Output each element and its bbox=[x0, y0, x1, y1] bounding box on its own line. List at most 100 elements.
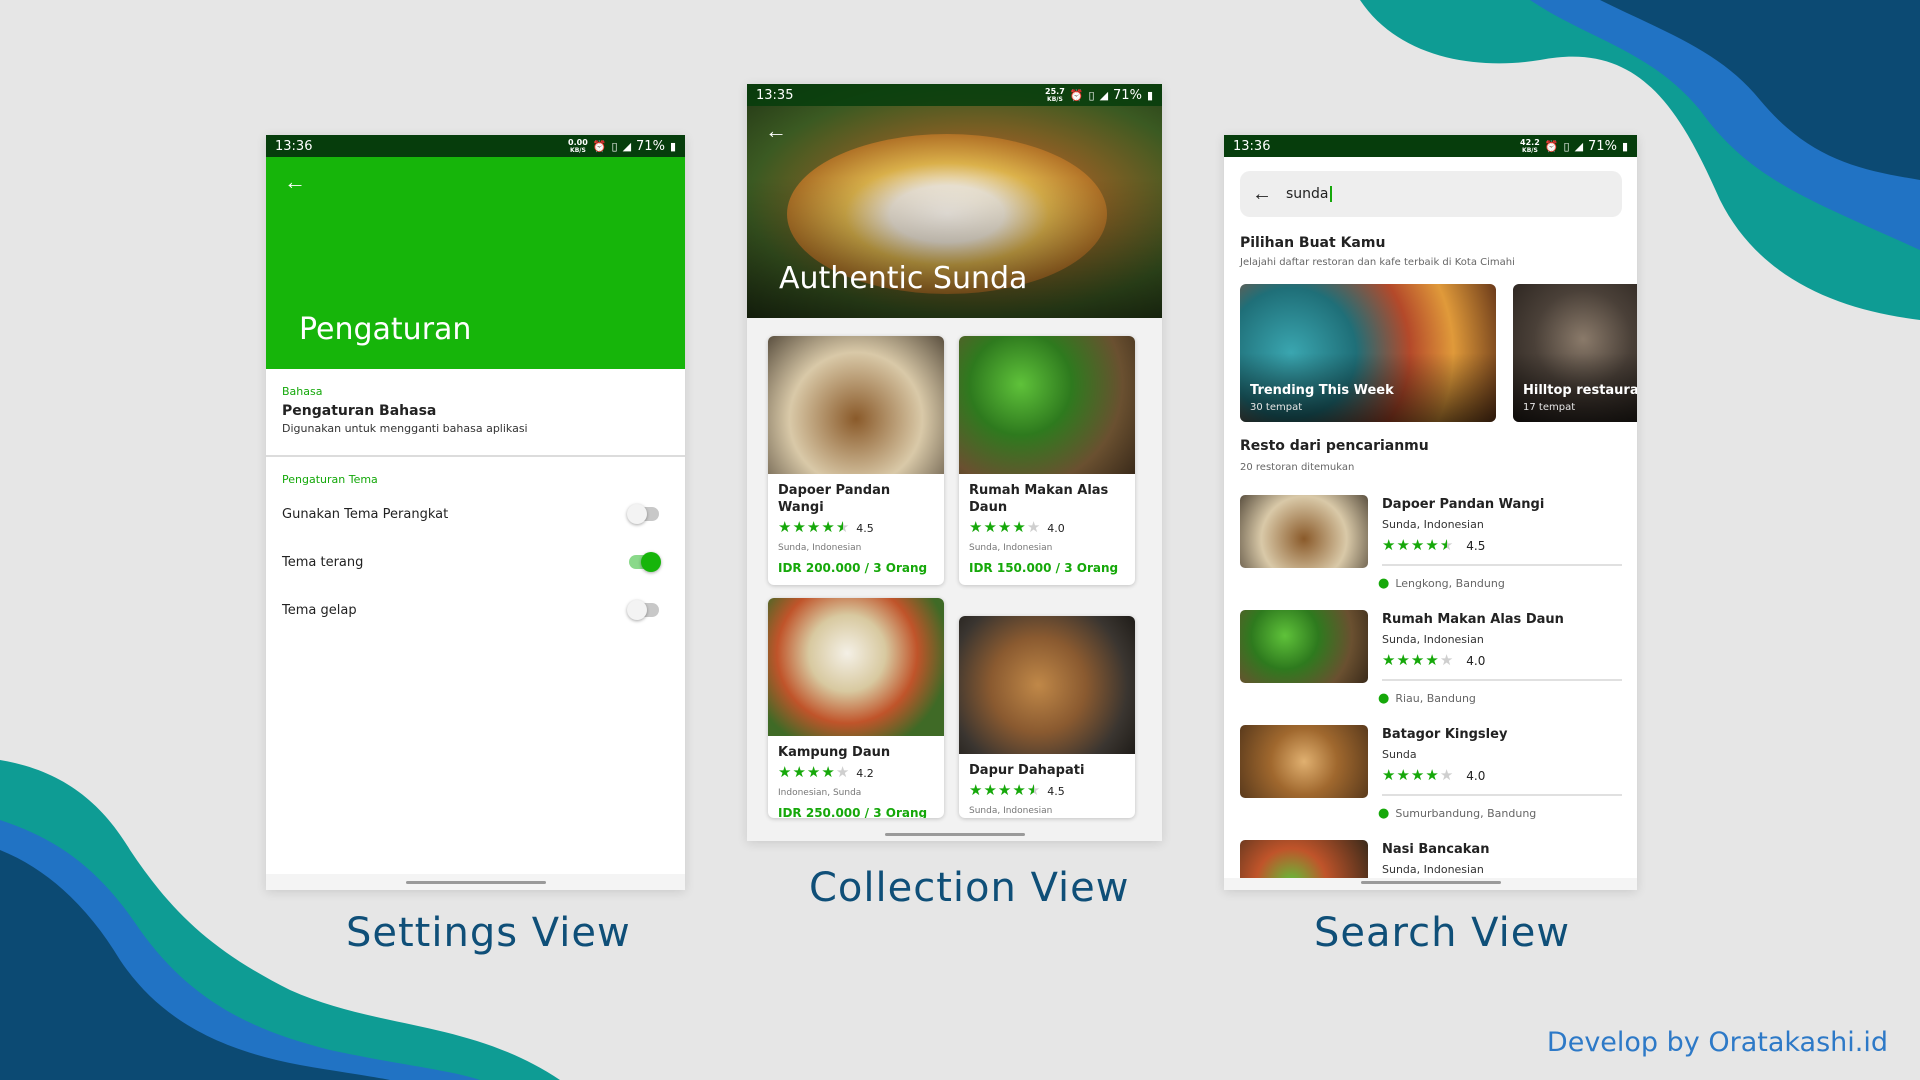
gesture-nav-bar[interactable] bbox=[405, 881, 546, 884]
back-arrow-icon[interactable]: ← bbox=[284, 169, 306, 195]
star-icon: ★ bbox=[806, 764, 822, 781]
settings-header: ← Pengaturan bbox=[266, 157, 685, 369]
search-result-item[interactable]: Rumah Makan Alas Daun Sunda, Indonesian … bbox=[1240, 610, 1622, 725]
restaurant-card[interactable]: Dapur Dahapati ★★★★★ 4.5 Sunda, Indonesia… bbox=[959, 616, 1135, 818]
status-bar: 13:36 0.00 KB/S ⏰ ▯ ◢ 71% ▮ bbox=[266, 135, 685, 157]
section-title-results: Resto dari pencarianmu bbox=[1240, 438, 1429, 454]
restaurant-card[interactable]: Dapoer Pandan Wangi ★★★★★ 4.5 Sunda, Indo… bbox=[768, 336, 944, 585]
star-icon: ★ bbox=[778, 764, 793, 781]
star-icon: ★ bbox=[997, 519, 1013, 536]
star-empty-icon: ★ bbox=[1026, 519, 1042, 536]
network-speed: 0.00 bbox=[568, 137, 588, 147]
restaurant-name: Kampung Daun bbox=[778, 745, 891, 760]
toggle-row-dark-theme[interactable]: Tema gelap bbox=[266, 586, 685, 634]
restaurant-category: Sunda bbox=[1382, 748, 1417, 761]
star-icon: ★ bbox=[1396, 537, 1411, 554]
status-time: 13:35 bbox=[756, 87, 794, 103]
star-icon: ★ bbox=[983, 782, 998, 799]
battery-level: 71% bbox=[1113, 87, 1142, 103]
restaurant-category: Sunda, Indonesian bbox=[1382, 863, 1484, 876]
star-icon: ★ bbox=[1396, 652, 1411, 669]
device-theme-switch[interactable] bbox=[627, 504, 659, 524]
network-speed-unit: KB/S bbox=[1522, 146, 1538, 154]
rating-value: 4.5 bbox=[1047, 785, 1065, 798]
restaurant-card[interactable]: Kampung Daun ★★★★★ 4.2 Indonesian, Sunda … bbox=[768, 598, 944, 818]
star-rating: ★★★★★ bbox=[778, 763, 850, 781]
search-result-item[interactable]: Batagor Kingsley Sunda ★★★★★ 4.0 ● Sumurba… bbox=[1240, 725, 1622, 840]
divider bbox=[1382, 564, 1622, 566]
star-icon: ★ bbox=[1012, 519, 1027, 536]
rating-value: 4.0 bbox=[1047, 522, 1065, 535]
network-speed: 25.7 bbox=[1045, 86, 1065, 96]
star-icon: ★ bbox=[1425, 537, 1440, 554]
rating-value: 4.5 bbox=[1466, 539, 1486, 553]
star-empty-icon: ★ bbox=[835, 764, 851, 781]
restaurant-photo bbox=[768, 598, 944, 736]
collection-tile-count: 30 tempat bbox=[1250, 402, 1303, 413]
restaurant-photo bbox=[1240, 495, 1368, 568]
restaurant-photo bbox=[1240, 725, 1368, 798]
gesture-nav-bar[interactable] bbox=[884, 833, 1025, 836]
back-arrow-icon[interactable]: ← bbox=[1252, 183, 1272, 206]
collection-tile[interactable]: Trending This Week 30 tempat bbox=[1240, 284, 1496, 422]
star-rating: ★★★★★ bbox=[969, 781, 1041, 799]
star-icon: ★ bbox=[997, 782, 1013, 799]
signal-icon: ◢ bbox=[1099, 88, 1109, 102]
network-speed-unit: KB/S bbox=[570, 146, 586, 154]
restaurant-name: Dapoer Pandan Wangi bbox=[778, 483, 891, 515]
battery-level: 71% bbox=[636, 138, 665, 154]
star-icon: ★ bbox=[821, 764, 836, 781]
caption-settings-view: Settings View bbox=[346, 910, 631, 956]
toggle-row-device-theme[interactable]: Gunakan Tema Perangkat bbox=[266, 490, 685, 538]
gesture-nav-bar[interactable] bbox=[1360, 881, 1501, 884]
status-time: 13:36 bbox=[1233, 138, 1271, 154]
restaurant-card[interactable]: Rumah Makan Alas Daun ★★★★★ 4.0 Sunda, In… bbox=[959, 336, 1135, 585]
star-icon: ★ bbox=[1425, 767, 1440, 784]
page-title: Pengaturan bbox=[299, 312, 472, 347]
language-setting[interactable]: Bahasa Pengaturan Bahasa Digunakan untuk… bbox=[266, 369, 685, 455]
alarm-icon: ⏰ bbox=[1069, 88, 1084, 102]
collection-title: Authentic Sunda bbox=[779, 261, 1028, 296]
star-icon: ★ bbox=[1012, 782, 1027, 799]
vibrate-icon: ▯ bbox=[611, 139, 618, 153]
location-pin-icon: ● bbox=[1378, 806, 1390, 821]
restaurant-photo bbox=[1240, 610, 1368, 683]
star-icon: ★ bbox=[1410, 537, 1426, 554]
collection-view-phone: 13:35 25.7 KB/S ⏰ ▯ ◢ 71% ▮ ← Authentic S… bbox=[747, 84, 1162, 841]
star-half-icon: ★ bbox=[1439, 537, 1455, 554]
settings-view-phone: 13:36 0.00 KB/S ⏰ ▯ ◢ 71% ▮ ← Pengaturan … bbox=[266, 135, 685, 890]
dark-theme-switch[interactable] bbox=[627, 600, 659, 620]
restaurant-price: IDR 250.000 / 3 Orang bbox=[778, 806, 928, 818]
search-input[interactable]: ← sunda bbox=[1240, 171, 1622, 217]
signal-icon: ◢ bbox=[622, 139, 632, 153]
back-arrow-icon[interactable]: ← bbox=[765, 118, 787, 144]
rating-value: 4.2 bbox=[856, 767, 874, 780]
section-title-picks: Pilihan Buat Kamu bbox=[1240, 235, 1386, 251]
restaurant-name: Dapoer Pandan Wangi bbox=[1382, 497, 1545, 512]
restaurant-photo bbox=[959, 336, 1135, 474]
restaurant-name: Nasi Bancakan bbox=[1382, 842, 1490, 857]
signal-icon: ◢ bbox=[1574, 139, 1584, 153]
search-query[interactable]: sunda bbox=[1286, 186, 1332, 202]
restaurant-photo bbox=[959, 616, 1135, 754]
restaurant-area: Sumurbandung, Bandung bbox=[1395, 807, 1537, 820]
divider bbox=[1382, 679, 1622, 681]
toggle-row-light-theme[interactable]: Tema terang bbox=[266, 538, 685, 586]
restaurant-area: Lengkong, Bandung bbox=[1395, 577, 1505, 590]
star-icon: ★ bbox=[1382, 537, 1397, 554]
star-half-icon: ★ bbox=[1026, 782, 1042, 799]
star-icon: ★ bbox=[1382, 652, 1397, 669]
alarm-icon: ⏰ bbox=[1544, 139, 1559, 153]
star-icon: ★ bbox=[969, 782, 984, 799]
rating-value: 4.0 bbox=[1466, 654, 1486, 668]
restaurant-photo bbox=[768, 336, 944, 474]
star-rating: ★★★★★ bbox=[1382, 766, 1454, 784]
star-icon: ★ bbox=[1425, 652, 1440, 669]
restaurant-location: Indonesian, Sunda bbox=[778, 788, 862, 798]
light-theme-switch[interactable] bbox=[629, 552, 661, 572]
rating-value: 4.0 bbox=[1466, 769, 1486, 783]
restaurant-category: Sunda, Indonesian bbox=[1382, 633, 1484, 646]
collection-tile[interactable]: Hilltop restaurant 17 tempat bbox=[1513, 284, 1637, 422]
divider bbox=[1382, 794, 1622, 796]
search-result-item[interactable]: Dapoer Pandan Wangi Sunda, Indonesian ★★… bbox=[1240, 495, 1622, 610]
